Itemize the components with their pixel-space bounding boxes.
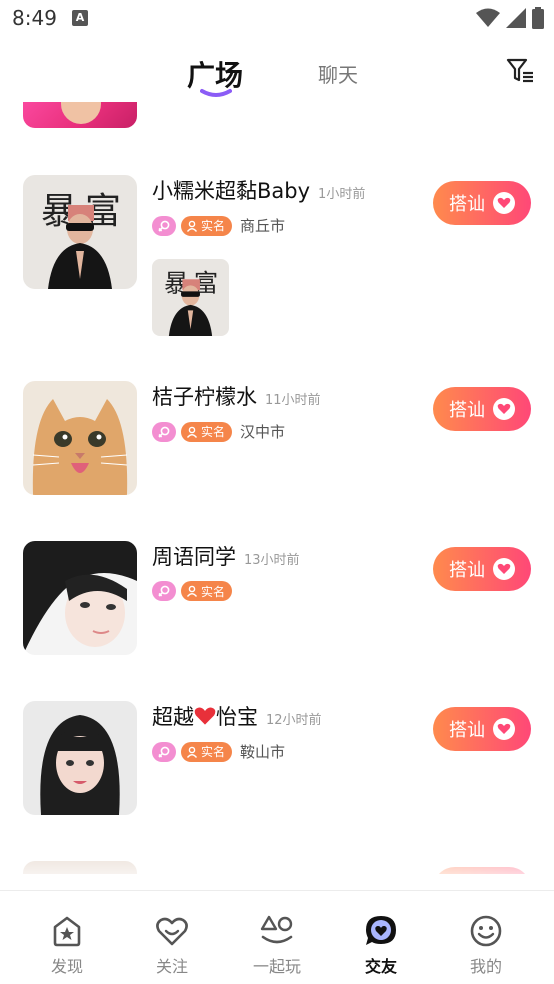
- female-icon: [158, 746, 170, 758]
- female-icon: [158, 220, 170, 232]
- battery-icon: [532, 7, 544, 29]
- nav-label: 一起玩: [252, 957, 301, 976]
- nav-label: 我的: [469, 957, 502, 976]
- city: 商丘市: [240, 217, 286, 235]
- greet-button[interactable]: [433, 867, 531, 874]
- heart-icon: [493, 718, 515, 740]
- post-photo[interactable]: 暴 富: [152, 259, 229, 336]
- avatar[interactable]: [23, 541, 137, 655]
- username[interactable]: 桔子柠檬水: [152, 381, 257, 411]
- female-icon: [158, 585, 170, 597]
- heart-icon: [493, 192, 515, 214]
- avatar[interactable]: 暴 富: [23, 175, 137, 289]
- female-gender-badge: [152, 581, 176, 601]
- female-gender-badge: [152, 421, 176, 442]
- shapes-icon: [260, 915, 293, 944]
- post-time: 1小时前: [318, 187, 366, 202]
- nav-item-discover[interactable]: 发现: [22, 891, 112, 984]
- home-star-icon: [53, 916, 81, 947]
- verified-label: 实名: [201, 425, 226, 439]
- top-header: 广场 聊天: [0, 38, 554, 102]
- nav-label: 交友: [364, 957, 397, 976]
- heart-icon: [493, 398, 515, 420]
- avatar[interactable]: [23, 381, 137, 495]
- person-icon: [186, 426, 198, 438]
- person-icon: [186, 746, 198, 758]
- verified-badge: 实名: [181, 215, 233, 236]
- red-heart-icon: [194, 707, 216, 725]
- verified-label: 实名: [201, 219, 226, 233]
- heart-icon: [493, 558, 515, 580]
- user-feed[interactable]: 暴 富 小糯米超黏Baby 1小时前 实名 商丘市 搭讪 暴 富 桔子柠檬水 1…: [0, 102, 554, 874]
- post-time: 13小时前: [244, 553, 300, 568]
- city: 汉中市: [240, 423, 286, 441]
- greet-label: 搭讪: [449, 400, 485, 421]
- nav-label: 关注: [155, 957, 188, 976]
- tab-chat[interactable]: 聊天: [318, 59, 358, 88]
- status-time: 8:49: [12, 6, 57, 30]
- nav-item-mine[interactable]: 我的: [441, 891, 531, 984]
- person-icon: [186, 220, 198, 232]
- username-suffix: 怡宝: [216, 705, 258, 729]
- greet-button[interactable]: 搭讪: [433, 181, 531, 225]
- chat-heart-icon: [366, 916, 396, 945]
- avatar-partial[interactable]: [23, 102, 137, 128]
- bottom-nav: 发现 关注 一起玩 交友 我的: [0, 890, 554, 984]
- verified-badge: 实名: [181, 741, 233, 762]
- username[interactable]: 小糯米超黏Baby: [152, 175, 310, 205]
- female-gender-badge: [152, 215, 176, 236]
- nav-item-follow[interactable]: 关注: [127, 891, 217, 984]
- post-time: 12小时前: [266, 713, 322, 728]
- nav-item-play-together[interactable]: 一起玩: [232, 891, 322, 984]
- notification-a-icon: A: [72, 10, 88, 26]
- wifi-icon: [476, 8, 500, 27]
- greet-label: 搭讪: [449, 194, 485, 215]
- post-time: 11小时前: [265, 393, 321, 408]
- greet-label: 搭讪: [449, 560, 485, 581]
- female-icon: [158, 426, 170, 438]
- greet-label: 搭讪: [449, 720, 485, 741]
- verified-label: 实名: [201, 745, 226, 759]
- avatar[interactable]: [23, 701, 137, 815]
- greet-button[interactable]: 搭讪: [433, 387, 531, 431]
- signal-icon: [506, 8, 526, 28]
- greet-button[interactable]: 搭讪: [433, 707, 531, 751]
- heart-smile-icon: [156, 917, 188, 946]
- username[interactable]: 超越 怡宝: [152, 701, 258, 731]
- username[interactable]: 周语同学: [152, 541, 236, 571]
- greet-button[interactable]: 搭讪: [433, 547, 531, 591]
- female-gender-badge: [152, 741, 176, 762]
- smiley-icon: [470, 915, 502, 947]
- username-part: 超越: [152, 705, 194, 729]
- verified-badge: 实名: [181, 581, 233, 601]
- nav-label: 发现: [50, 957, 83, 976]
- tab-active-indicator: [200, 89, 232, 97]
- verified-badge: 实名: [181, 421, 233, 442]
- nav-item-make-friends[interactable]: 交友: [336, 891, 426, 984]
- city: 鞍山市: [240, 743, 286, 761]
- filter-icon[interactable]: [505, 56, 535, 86]
- person-icon: [186, 585, 198, 597]
- verified-label: 实名: [201, 584, 226, 599]
- status-icons: [476, 7, 544, 29]
- status-bar: 8:49 A: [0, 0, 554, 38]
- avatar[interactable]: [23, 861, 137, 874]
